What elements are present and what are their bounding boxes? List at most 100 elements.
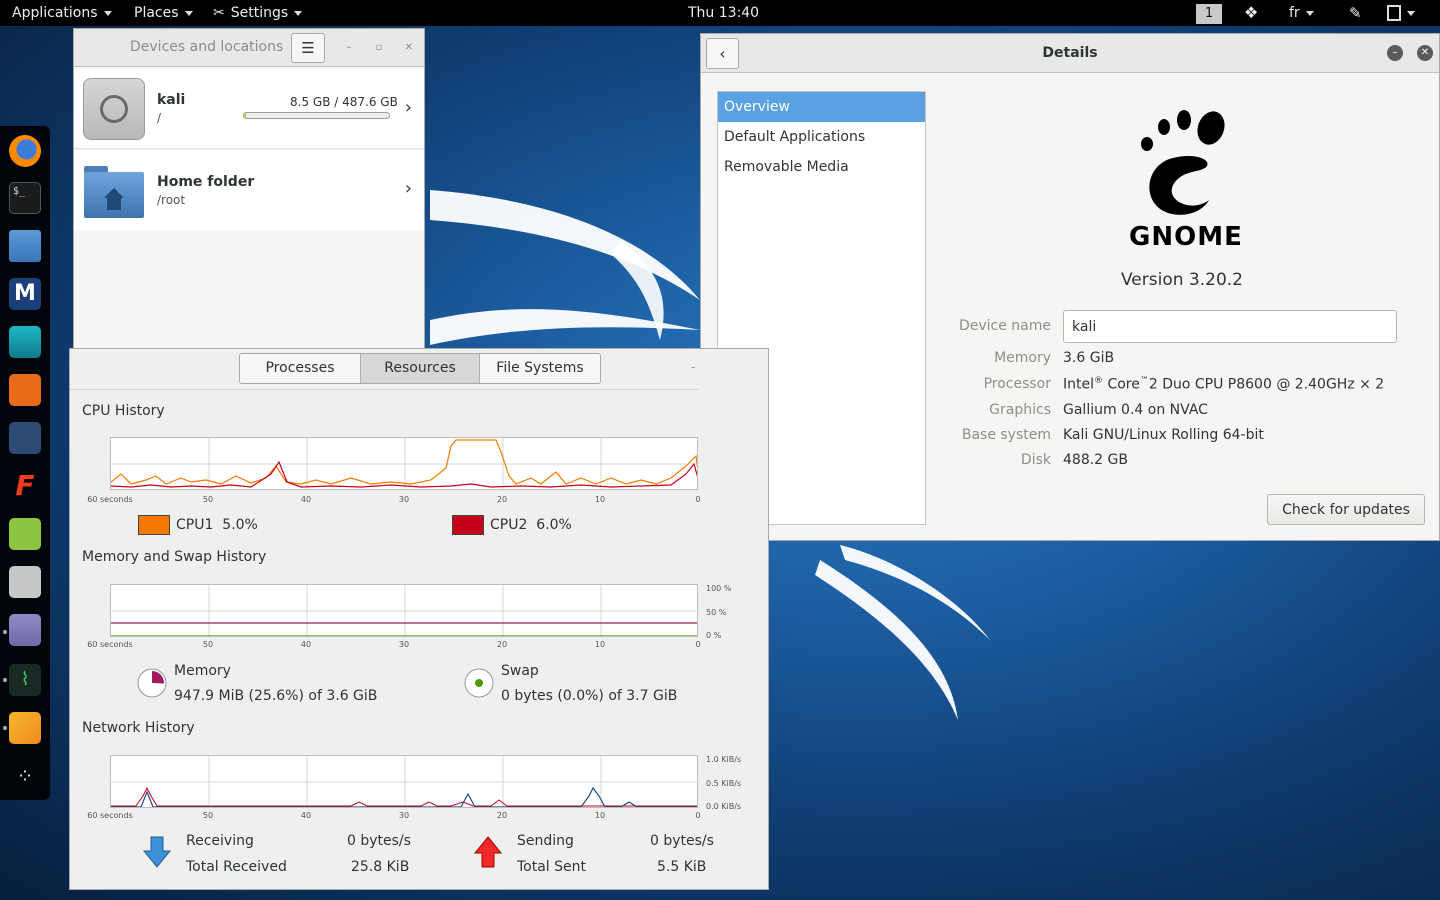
details-window: ‹ Details – ✕ Overview Default Applicati…: [700, 33, 1440, 541]
receiving-value: 0 bytes/s: [347, 833, 411, 849]
x-tick: 60 seconds: [87, 640, 133, 649]
system-menu[interactable]: [1387, 0, 1415, 26]
sidebar-item-removable-media[interactable]: Removable Media: [718, 152, 925, 182]
chevron-down-icon: [1305, 10, 1314, 16]
cpu-graph: [110, 437, 698, 490]
metasploit-icon[interactable]: M: [9, 278, 41, 310]
minimize-button[interactable]: –: [341, 40, 357, 56]
processor-label: Processor: [983, 376, 1051, 392]
total-received-label: Total Received: [186, 859, 287, 875]
place-name: kali: [157, 92, 186, 108]
files-icon[interactable]: [9, 230, 41, 262]
memory-history-title: Memory and Swap History: [82, 549, 267, 565]
tab-file-systems[interactable]: File Systems: [480, 354, 600, 383]
memory-pie-icon[interactable]: [136, 667, 168, 699]
total-received-value: 25.8 KiB: [351, 859, 410, 875]
show-apps-icon[interactable]: ⁘: [9, 760, 41, 792]
terminal-icon[interactable]: $_: [9, 182, 41, 214]
armitage-icon[interactable]: [9, 326, 41, 358]
x-tick: 30: [398, 640, 410, 649]
disk-usage-bar: [243, 112, 390, 119]
places-menu-label: Places: [134, 5, 179, 21]
x-tick: 20: [496, 640, 508, 649]
memory-graph: [110, 584, 698, 637]
system-monitor-icon[interactable]: ⌇: [9, 664, 41, 696]
x-tick: 40: [300, 640, 312, 649]
memory-legend-value: 947.9 MiB (25.6%) of 3.6 GiB: [174, 688, 378, 704]
y-tick: 1.0 KiB/s: [706, 755, 742, 764]
network-x-axis: 60 seconds 50 40 30 20 10 0: [87, 811, 709, 823]
y-tick: 0.5 KiB/s: [706, 779, 742, 788]
close-button[interactable]: ✕: [401, 40, 417, 56]
tab-switcher: Processes Resources File Systems: [239, 353, 601, 384]
tab-processes[interactable]: Processes: [240, 354, 361, 383]
tweaks-icon[interactable]: [9, 614, 41, 646]
cpu-graph-canvas: [111, 438, 697, 489]
beef-icon[interactable]: [9, 422, 41, 454]
chevron-right-icon: ›: [404, 178, 412, 199]
check-for-updates-button[interactable]: Check for updates: [1267, 494, 1425, 525]
place-name: Home folder: [157, 174, 255, 190]
clock[interactable]: Thu 13:40: [688, 0, 759, 26]
minimize-button[interactable]: –: [685, 360, 701, 376]
device-name-label: Device name: [958, 318, 1051, 334]
place-row-kali[interactable]: kali / 8.5 GB / 487.6 GB ›: [74, 69, 424, 149]
x-tick: 30: [398, 811, 410, 820]
dock: $_ M F ⌇ ⁘: [0, 126, 50, 800]
receiving-arrow-down-icon[interactable]: [142, 835, 172, 869]
graphics-value: Gallium 0.4 on NVAC: [1063, 402, 1208, 418]
close-button[interactable]: ✕: [1417, 45, 1433, 61]
chevron-down-icon: [294, 10, 303, 16]
other-app-icon[interactable]: [9, 712, 41, 744]
users-icon[interactable]: ❖: [1244, 0, 1258, 26]
files-window-title: Devices and locations: [130, 39, 284, 55]
cpu2-color-swatch[interactable]: [452, 515, 484, 535]
cpu2-legend: CPU2 6.0%: [490, 517, 572, 533]
chevron-down-icon: [1407, 10, 1415, 16]
total-sent-value: 5.5 KiB: [657, 859, 707, 875]
x-tick: 50: [202, 811, 214, 820]
receiving-label: Receiving: [186, 833, 254, 849]
device-name-input[interactable]: [1063, 310, 1397, 343]
sidebar-item-default-applications[interactable]: Default Applications: [718, 122, 925, 152]
tab-resources[interactable]: Resources: [361, 354, 480, 383]
memory-label: Memory: [994, 350, 1051, 366]
settings-menu-label: Settings: [230, 5, 289, 21]
workspace-indicator[interactable]: 1: [1196, 0, 1222, 26]
keyboard-layout-label: fr: [1289, 5, 1300, 21]
firefox-icon[interactable]: [9, 135, 41, 167]
disk-label: Disk: [1020, 452, 1051, 468]
places-menu[interactable]: Places: [134, 0, 193, 26]
sending-arrow-up-icon[interactable]: [473, 835, 503, 869]
home-folder-icon: [84, 166, 144, 218]
notes-icon[interactable]: [9, 518, 41, 550]
x-tick: 60 seconds: [87, 811, 133, 820]
swap-legend-label: Swap: [501, 663, 539, 679]
running-indicator: [3, 630, 7, 634]
x-tick: 40: [300, 495, 312, 504]
keyboard-layout-menu[interactable]: fr: [1289, 0, 1314, 26]
cpu1-color-swatch[interactable]: [138, 515, 170, 535]
faraday-icon[interactable]: F: [9, 470, 41, 502]
memory-graph-canvas: [111, 585, 697, 636]
pen-icon[interactable]: ✎: [1349, 0, 1362, 26]
memory-x-axis: 60 seconds 50 40 30 20 10 0: [87, 640, 709, 652]
sidebar-item-overview[interactable]: Overview: [718, 92, 925, 122]
burpsuite-icon[interactable]: [9, 374, 41, 406]
files-window: Devices and locations ☰ – ▫ ✕ kali / 8.5…: [73, 28, 425, 350]
settings-menu[interactable]: ✂ Settings: [213, 0, 303, 26]
minimize-button[interactable]: –: [1387, 45, 1403, 61]
details-window-header: ‹ Details – ✕: [701, 34, 1439, 73]
maximize-button[interactable]: ▫: [371, 40, 387, 56]
hard-disk-icon: [83, 78, 145, 140]
disk-usage-icon[interactable]: [9, 566, 41, 598]
hamburger-menu-button[interactable]: ☰: [291, 33, 325, 63]
y-tick: 0.0 KiB/s: [706, 802, 742, 811]
total-sent-label: Total Sent: [517, 859, 587, 875]
battery-icon: [1387, 5, 1401, 21]
swap-pie-icon[interactable]: [463, 667, 495, 699]
place-row-home[interactable]: Home folder /root ›: [74, 150, 424, 230]
applications-menu[interactable]: Applications: [12, 0, 112, 26]
applications-menu-label: Applications: [12, 5, 98, 21]
top-bar: Applications Places ✂ Settings Thu 13:40 …: [0, 0, 1440, 26]
